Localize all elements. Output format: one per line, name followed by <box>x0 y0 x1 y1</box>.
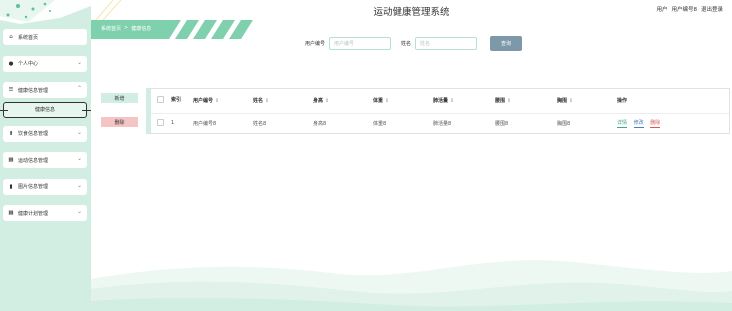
cell-height: 身高8 <box>313 120 327 127</box>
sidebar-item-label: 系统首页 <box>18 34 39 41</box>
chevron-down-icon: ⌄ <box>76 181 82 189</box>
column-header-waist[interactable]: 腰围 ⇕ <box>493 89 555 114</box>
person-up-icon: ⬆ <box>8 130 14 137</box>
bar-chart-icon: ▮ <box>9 183 13 190</box>
sidebar-item-label: 运动信息管理 <box>18 157 49 164</box>
logo-decoration <box>0 0 91 24</box>
sort-icon: ⇕ <box>325 98 330 105</box>
username: 用户编号8 <box>671 7 697 13</box>
chevron-down-icon: ⌄ <box>76 128 82 136</box>
column-header-chest[interactable]: 胸围 ⇕ <box>555 89 615 114</box>
sidebar-item-home[interactable]: ⌂ 系统首页 <box>3 29 87 45</box>
home-icon: ⌂ <box>9 34 13 40</box>
grid-icon: ▦ <box>8 157 14 163</box>
app-title: 运动健康管理系统 <box>373 7 450 18</box>
batch-delete-button[interactable]: 删除 <box>101 117 138 127</box>
person-icon: ● <box>8 60 14 67</box>
data-table: 索引 用户编号 ⇕ 姓名 ⇕ 身高 ⇕ 体重 ⇕ 肺活量 ⇕ 腰围 ⇕ 胸围 ⇕ 操作 1 用… <box>146 88 730 134</box>
cell-index: 1 <box>171 120 175 127</box>
sidebar-item-image-info-management[interactable]: ▮ 图片信息管理 ⌄ <box>3 178 87 195</box>
user-no-label: 用户编号 <box>305 41 326 47</box>
cell-lung-capacity: 肺活量8 <box>433 120 452 127</box>
grid-icon: ▦ <box>8 210 14 216</box>
column-header-name[interactable]: 姓名 ⇕ <box>251 89 311 114</box>
column-header-lung-capacity[interactable]: 肺活量 ⇕ <box>431 89 493 114</box>
row-checkbox[interactable] <box>157 118 164 126</box>
breadcrumb: 系统首页 > 健康信息 <box>101 25 151 32</box>
detail-button[interactable]: 详情 <box>617 119 628 128</box>
search-button[interactable]: 查询 <box>490 36 523 51</box>
breadcrumb-separator: > <box>124 25 129 31</box>
sidebar-item-label: 健康信息 <box>34 107 55 113</box>
sort-icon: ⇕ <box>569 98 574 105</box>
name-input[interactable] <box>415 37 478 50</box>
sidebar-item-label: 健康信息管理 <box>18 87 49 94</box>
column-header-user-no[interactable]: 用户编号 ⇕ <box>191 89 251 114</box>
delete-button[interactable]: 删除 <box>650 119 661 128</box>
add-button[interactable]: 新增 <box>101 93 138 103</box>
chevron-down-icon: ⌄ <box>76 155 82 162</box>
search-bar: 用户编号 姓名 查询 <box>305 36 523 51</box>
column-header-label: 腰围 <box>495 98 506 105</box>
column-header-height[interactable]: 身高 ⇕ <box>311 89 371 114</box>
name-label: 姓名 <box>401 41 412 47</box>
cell-waist: 腰围8 <box>495 120 509 127</box>
logout-link[interactable]: 退出登录 <box>701 5 723 13</box>
sort-icon: ⇕ <box>450 98 455 105</box>
sidebar-item-label: 图片信息管理 <box>18 184 49 190</box>
cell-weight: 体重8 <box>373 120 387 127</box>
sidebar-item-label: 个人中心 <box>18 61 39 67</box>
user-prefix: 用户 <box>656 7 668 13</box>
breadcrumb-current: 健康信息 <box>131 26 152 32</box>
chevron-down-icon: ⌄ <box>76 58 82 66</box>
sidebar-nav: ⌂ 系统首页 ● 个人中心 ⌄ ☰ 健康信息管理 ⌃ 健康信息 ⬆ 饮食信息管理… <box>0 29 91 232</box>
main-content: 运动健康管理系统 用户 用户编号8 退出登录 系统首页 > 健康信息 用户编号 … <box>91 0 732 311</box>
sort-icon: ⇕ <box>265 98 270 105</box>
breadcrumb-home[interactable]: 系统首页 <box>101 25 121 32</box>
sidebar-item-diet-info-management[interactable]: ⬆ 饮食信息管理 ⌄ <box>3 125 87 142</box>
cell-actions: 详情 修改 删除 <box>615 113 729 133</box>
sidebar-item-health-info-management[interactable]: ☰ 健康信息管理 ⌃ <box>3 82 87 98</box>
chevron-down-icon: ⌄ <box>76 208 82 215</box>
column-header-label: 姓名 <box>253 98 264 105</box>
column-header-actions: 操作 <box>615 89 729 114</box>
user-no-input[interactable] <box>329 37 392 50</box>
user-bar: 用户 用户编号8 退出登录 <box>656 5 723 13</box>
cell-user-no: 用户编号8 <box>193 120 217 127</box>
sort-icon: ⇕ <box>507 98 512 105</box>
table-header-row: 索引 用户编号 ⇕ 姓名 ⇕ 身高 ⇕ 体重 ⇕ 肺活量 ⇕ 腰围 ⇕ 胸围 ⇕ 操作 <box>151 89 729 114</box>
column-header-weight[interactable]: 体重 ⇕ <box>371 89 431 114</box>
sidebar-item-health-plan-management[interactable]: ▦ 健康计划管理 ⌄ <box>3 205 87 221</box>
sort-icon: ⇕ <box>215 98 220 105</box>
column-header-label: 体重 <box>373 98 384 105</box>
edit-button[interactable]: 修改 <box>633 119 644 128</box>
divider <box>82 109 91 111</box>
divider <box>0 109 8 111</box>
sidebar-item-personal-center[interactable]: ● 个人中心 ⌄ <box>3 55 87 72</box>
sidebar-item-label: 健康计划管理 <box>18 210 49 217</box>
sort-icon: ⇕ <box>385 98 390 105</box>
sliders-icon: ☰ <box>8 87 14 93</box>
table-row: 1 用户编号8 姓名8 身高8 体重8 肺活量8 腰围8 胸围8 详情 修改 删… <box>151 113 729 133</box>
column-header-label: 用户编号 <box>193 98 214 105</box>
sidebar-subitem-health-info[interactable]: 健康信息 <box>0 101 91 118</box>
column-header-label: 肺活量 <box>433 98 449 105</box>
sidebar: ⌂ 系统首页 ● 个人中心 ⌄ ☰ 健康信息管理 ⌃ 健康信息 ⬆ 饮食信息管理… <box>0 0 91 311</box>
column-header-label: 胸围 <box>557 98 568 105</box>
sidebar-item-exercise-info-management[interactable]: ▦ 运动信息管理 ⌄ <box>3 152 87 168</box>
column-header-label: 身高 <box>313 98 324 105</box>
cell-name: 姓名8 <box>253 120 267 127</box>
footer-waves-decoration <box>91 260 732 311</box>
chevron-up-icon: ⌃ <box>76 85 82 92</box>
column-header-index: 索引 <box>169 89 191 114</box>
sidebar-item-label: 饮食信息管理 <box>18 131 49 137</box>
cell-chest: 胸围8 <box>557 120 571 127</box>
select-all-checkbox[interactable] <box>157 96 164 104</box>
